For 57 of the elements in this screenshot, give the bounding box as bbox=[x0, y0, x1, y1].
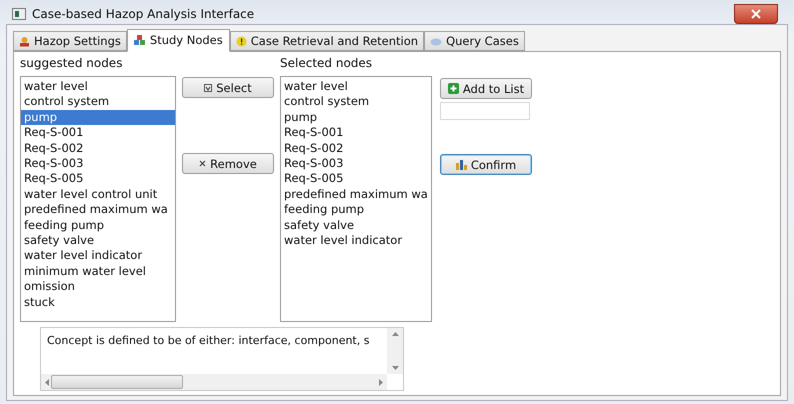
list-item[interactable]: predefined maximum wa bbox=[281, 186, 431, 202]
list-item[interactable]: feeding pump bbox=[281, 202, 431, 218]
app-icon bbox=[12, 8, 26, 20]
remove-button[interactable]: Remove bbox=[182, 153, 274, 174]
left-arrow-icon[interactable] bbox=[45, 378, 49, 386]
down-arrow-icon[interactable] bbox=[392, 366, 398, 370]
list-item[interactable]: Req-S-003 bbox=[281, 156, 431, 172]
list-item[interactable]: minimum water level bbox=[21, 264, 175, 280]
confirm-button[interactable]: Confirm bbox=[440, 154, 532, 175]
list-item[interactable]: Req-S-002 bbox=[281, 140, 431, 156]
tab[interactable]: Case Retrieval and Retention bbox=[230, 31, 424, 51]
cloud-icon bbox=[430, 36, 442, 46]
list-item[interactable]: pump bbox=[21, 110, 175, 126]
up-arrow-icon[interactable] bbox=[392, 332, 398, 336]
list-item[interactable]: safety valve bbox=[21, 233, 175, 248]
list-item[interactable]: Req-S-005 bbox=[21, 171, 175, 187]
list-item[interactable]: water level control unit bbox=[21, 186, 175, 202]
list-item[interactable]: predefined maximum wa bbox=[21, 202, 175, 218]
list-label: Selected nodes bbox=[280, 55, 374, 72]
scrollbar-thumb[interactable] bbox=[51, 375, 183, 389]
list-item[interactable]: pump bbox=[281, 110, 431, 126]
horizontal-scrollbar[interactable] bbox=[41, 374, 387, 390]
list-item[interactable]: stuck bbox=[21, 294, 175, 310]
plus-icon bbox=[448, 83, 459, 94]
list-label: suggested nodes bbox=[20, 55, 124, 72]
input-field[interactable] bbox=[440, 102, 530, 120]
description-text: Concept is defined to be of either: interface, component, s bbox=[46, 333, 370, 349]
close-icon bbox=[751, 9, 761, 19]
list-item[interactable]: Req-S-005 bbox=[281, 171, 431, 187]
cross-icon bbox=[199, 160, 206, 167]
list-item[interactable]: Req-S-002 bbox=[21, 140, 175, 156]
chart-icon bbox=[456, 160, 467, 170]
tab[interactable]: Query Cases bbox=[424, 31, 525, 51]
list-item[interactable]: water level bbox=[21, 79, 175, 94]
list-item[interactable]: Req-S-001 bbox=[21, 125, 175, 141]
close-button[interactable] bbox=[734, 4, 778, 24]
tab[interactable]: Hazop Settings bbox=[13, 31, 127, 51]
warning-icon bbox=[236, 36, 247, 46]
blocks-icon bbox=[134, 34, 146, 46]
person-icon bbox=[19, 36, 30, 46]
list-item[interactable]: feeding pump bbox=[21, 218, 175, 234]
add-to-list-button[interactable]: Add to List bbox=[440, 78, 532, 99]
vertical-scrollbar[interactable] bbox=[387, 328, 403, 374]
list-item[interactable]: Req-S-001 bbox=[281, 125, 431, 141]
tab[interactable]: Study Nodes bbox=[126, 29, 230, 52]
right-arrow-icon[interactable] bbox=[379, 378, 383, 386]
list-item[interactable]: water level bbox=[281, 79, 431, 94]
list-item[interactable]: water level indicator bbox=[281, 233, 431, 248]
window-title: Case-based Hazop Analysis Interface bbox=[32, 7, 256, 21]
list-item[interactable]: control system bbox=[281, 94, 431, 110]
checkbox-icon bbox=[204, 84, 212, 92]
list-item[interactable]: safety valve bbox=[281, 218, 431, 234]
list-item[interactable]: water level indicator bbox=[21, 248, 175, 264]
list-item[interactable]: omission bbox=[21, 279, 175, 295]
select-button[interactable]: Select bbox=[182, 77, 274, 98]
list-item[interactable]: control system bbox=[21, 94, 175, 110]
list-item[interactable]: Req-S-003 bbox=[21, 156, 175, 172]
